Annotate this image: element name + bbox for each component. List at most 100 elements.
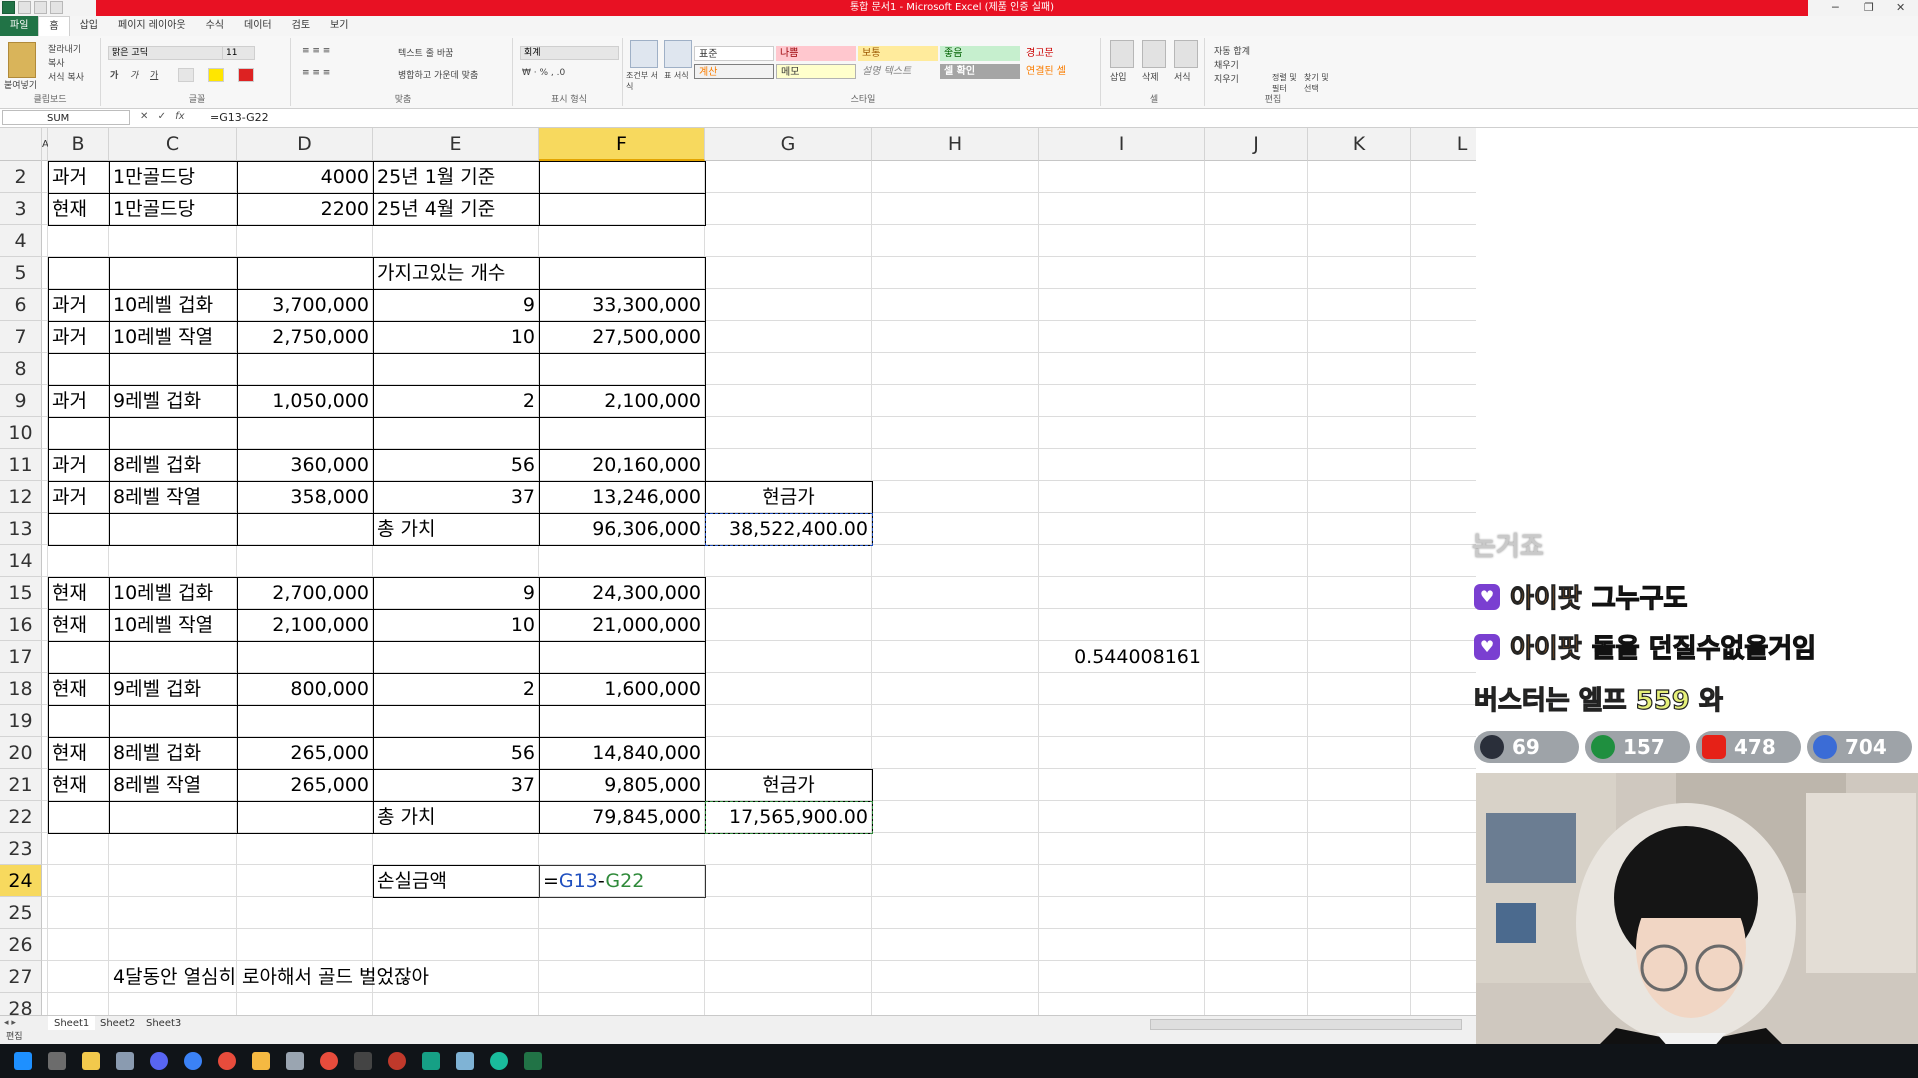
column-header-l[interactable]: L (1411, 128, 1476, 161)
cell-f9[interactable]: 2,100,000 (539, 385, 705, 417)
style-normal[interactable]: 표준 (694, 46, 774, 61)
cell-e24[interactable]: 손실금액 (373, 865, 539, 897)
number-format-select[interactable]: 회계 (520, 46, 619, 60)
format-cells-button[interactable] (1174, 40, 1198, 68)
cell-g12[interactable]: 현금가 (705, 481, 872, 513)
restore-icon[interactable]: ❐ (1864, 1, 1874, 14)
sort-filter-button[interactable]: 정렬 및 필터 (1272, 72, 1302, 94)
column-header-g[interactable]: G (705, 128, 872, 161)
cell-e6[interactable]: 9 (373, 289, 539, 321)
close-icon[interactable]: ✕ (1896, 1, 1905, 14)
cell-d9[interactable]: 1,050,000 (237, 385, 373, 417)
cell-d2[interactable]: 4000 (237, 161, 373, 193)
row-header-17[interactable]: 17 (0, 641, 42, 673)
cell-i17[interactable]: 0.544008161 (1039, 641, 1205, 673)
tab-insert[interactable]: 삽입 (70, 16, 108, 36)
cell-c20[interactable]: 8레벨 겁화 (109, 737, 237, 769)
cell-d6[interactable]: 3,700,000 (237, 289, 373, 321)
cell-b6[interactable]: 과거 (48, 289, 109, 321)
row-header-15[interactable]: 15 (0, 577, 42, 609)
minimize-icon[interactable]: ─ (1832, 1, 1839, 14)
paste-button[interactable] (8, 42, 36, 78)
cell-c27[interactable]: 4달동안 열심히 로아해서 골드 벌었잖아 (109, 961, 529, 993)
style-warning[interactable]: 경고문 (1022, 46, 1102, 61)
notepad-icon[interactable] (456, 1052, 474, 1070)
cell-d12[interactable]: 358,000 (237, 481, 373, 513)
delete-cells-label[interactable]: 삭제 (1142, 70, 1159, 83)
cell-c11[interactable]: 8레벨 겁화 (109, 449, 237, 481)
cell-e9[interactable]: 2 (373, 385, 539, 417)
row-header-4[interactable]: 4 (0, 225, 42, 257)
cut-button[interactable]: 잘라내기 (48, 42, 81, 55)
cell-b2[interactable]: 과거 (48, 161, 109, 193)
cell-c12[interactable]: 8레벨 작열 (109, 481, 237, 513)
save-icon[interactable] (18, 1, 31, 14)
border-button[interactable] (178, 68, 194, 82)
row-header-24[interactable]: 24 (0, 865, 42, 897)
cell-b16[interactable]: 현재 (48, 609, 109, 641)
excel-taskbar-icon[interactable] (524, 1052, 542, 1070)
row-header-19[interactable]: 19 (0, 705, 42, 737)
cell-d3[interactable]: 2200 (237, 193, 373, 225)
row-header-26[interactable]: 26 (0, 929, 42, 961)
italic-button[interactable]: 가 (130, 68, 138, 81)
cell-g13[interactable]: 38,522,400.00 (705, 513, 872, 545)
calculator-icon[interactable] (286, 1052, 304, 1070)
discord-icon[interactable] (150, 1052, 168, 1070)
merge-center-button[interactable]: 병합하고 가운데 맞춤 (398, 68, 478, 81)
cell-f22[interactable]: 79,845,000 (539, 801, 705, 833)
tab-data[interactable]: 데이터 (234, 16, 282, 36)
enter-icon[interactable]: ✓ (158, 111, 166, 122)
row-header-12[interactable]: 12 (0, 481, 42, 513)
row-header-11[interactable]: 11 (0, 449, 42, 481)
cell-g22[interactable]: 17,565,900.00 (705, 801, 872, 833)
bold-button[interactable]: 가 (110, 68, 118, 81)
app-s-icon[interactable] (320, 1052, 338, 1070)
style-calculation[interactable]: 계산 (694, 64, 774, 79)
paste-label[interactable]: 붙여넣기 (4, 78, 37, 91)
cell-b20[interactable]: 현재 (48, 737, 109, 769)
cell-c7[interactable]: 10레벨 작열 (109, 321, 237, 353)
column-header-d[interactable]: D (237, 128, 373, 161)
insert-cells-label[interactable]: 삽입 (1110, 70, 1127, 83)
style-check-cell[interactable]: 셀 확인 (940, 64, 1020, 79)
horizontal-scrollbar[interactable] (1150, 1019, 1462, 1030)
cell-c18[interactable]: 9레벨 겁화 (109, 673, 237, 705)
cell-b12[interactable]: 과거 (48, 481, 109, 513)
underline-button[interactable]: 가 (150, 68, 158, 81)
copy-button[interactable]: 복사 (48, 56, 65, 69)
app-teal-icon[interactable] (422, 1052, 440, 1070)
column-header-j[interactable]: J (1205, 128, 1308, 161)
cell-f6[interactable]: 33,300,000 (539, 289, 705, 321)
cell-e3[interactable]: 25년 4월 기준 (373, 193, 539, 225)
fill-color-button[interactable] (208, 68, 224, 82)
cell-f16[interactable]: 21,000,000 (539, 609, 705, 641)
font-size-select[interactable]: 11 (222, 46, 255, 60)
cell-c21[interactable]: 8레벨 작열 (109, 769, 237, 801)
cell-c9[interactable]: 9레벨 겁화 (109, 385, 237, 417)
row-header-10[interactable]: 10 (0, 417, 42, 449)
font-name-select[interactable]: 맑은 고딕 (108, 46, 223, 60)
row-header-7[interactable]: 7 (0, 321, 42, 353)
align-left-button[interactable]: ≡ ≡ ≡ (302, 68, 330, 78)
style-neutral[interactable]: 보통 (858, 46, 938, 61)
cell-b3[interactable]: 현재 (48, 193, 109, 225)
worksheet-grid[interactable]: ABCDEFGHIJKLMNOP234567891011121314151617… (0, 128, 1476, 1015)
cell-d18[interactable]: 800,000 (237, 673, 373, 705)
cell-d21[interactable]: 265,000 (237, 769, 373, 801)
file-explorer-icon[interactable] (82, 1052, 100, 1070)
cell-b11[interactable]: 과거 (48, 449, 109, 481)
row-header-18[interactable]: 18 (0, 673, 42, 705)
sheet-tab-3[interactable]: Sheet3 (140, 1016, 187, 1031)
cell-b18[interactable]: 현재 (48, 673, 109, 705)
cell-d15[interactable]: 2,700,000 (237, 577, 373, 609)
windows-start-icon[interactable] (14, 1052, 32, 1070)
cell-c3[interactable]: 1만골드당 (109, 193, 237, 225)
row-header-20[interactable]: 20 (0, 737, 42, 769)
autosum-button[interactable]: 자동 합계 (1214, 44, 1250, 57)
cell-b15[interactable]: 현재 (48, 577, 109, 609)
cell-f24-formula[interactable]: =G13-G22 (539, 865, 705, 897)
align-top-button[interactable]: ≡ ≡ ≡ (302, 46, 330, 56)
cell-g21[interactable]: 현금가 (705, 769, 872, 801)
style-bad[interactable]: 나쁨 (776, 46, 856, 61)
